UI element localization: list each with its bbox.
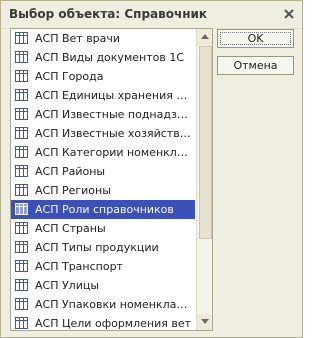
close-icon[interactable] — [281, 6, 297, 22]
list-item-label: АСП Транспорт — [35, 260, 123, 273]
cancel-button[interactable]: Отмена — [217, 56, 294, 75]
list-item-label: АСП Страны — [35, 222, 106, 235]
list-item-label: АСП Улицы — [35, 279, 100, 292]
catalog-list[interactable]: АСП Вет врачи АСП Виды документов 1С АСП Г… — [10, 28, 213, 331]
list-item-label: АСП Роли справочников — [35, 203, 174, 216]
catalog-table-icon — [15, 108, 28, 120]
list-item-label: АСП Единицы хранения ном... — [35, 89, 193, 102]
list-item[interactable]: АСП Известные поднадзорн... — [11, 105, 195, 124]
list-item[interactable]: АСП Города — [11, 67, 195, 86]
scroll-thumb[interactable] — [199, 46, 212, 239]
list-item[interactable]: АСП Страны — [11, 219, 195, 238]
title-bar[interactable]: Выбор объекта: Справочник — [1, 1, 302, 29]
list-item-label: АСП Упаковки номенклатуры — [35, 298, 193, 311]
list-item[interactable]: АСП Известные хозяйствую... — [11, 124, 195, 143]
list-item-label: АСП Известные поднадзорн... — [35, 108, 193, 121]
focus-frame — [220, 32, 291, 45]
catalog-table-icon — [15, 260, 28, 272]
catalog-table-icon — [15, 127, 28, 139]
selection-dialog: Выбор объекта: Справочник АСП Вет врачи А… — [0, 0, 303, 338]
catalog-table-icon — [15, 222, 28, 234]
list-item-label: АСП Регионы — [35, 184, 111, 197]
catalog-table-icon — [15, 146, 28, 158]
catalog-table-icon — [15, 241, 28, 253]
list-item[interactable]: АСП Районы — [11, 162, 195, 181]
catalog-table-icon — [15, 317, 28, 329]
list-item[interactable]: АСП Роли справочников — [11, 200, 195, 219]
scroll-down-button[interactable] — [197, 314, 212, 330]
list-item-label: АСП Категории номенклату... — [35, 146, 193, 159]
list-item[interactable]: АСП Виды документов 1С — [11, 48, 195, 67]
list-item[interactable]: АСП Транспорт — [11, 257, 195, 276]
arrow-up-icon — [201, 34, 209, 39]
list-item[interactable]: АСП Категории номенклату... — [11, 143, 195, 162]
list-item[interactable]: АСП Типы продукции — [11, 238, 195, 257]
list-item[interactable]: АСП Улицы — [11, 276, 195, 295]
catalog-table-icon — [15, 279, 28, 291]
catalog-table-icon — [15, 32, 28, 44]
dialog-title: Выбор объекта: Справочник — [9, 7, 208, 21]
list-item-label: АСП Виды документов 1С — [35, 51, 184, 64]
list-item-label: АСП Города — [35, 70, 104, 83]
vertical-scrollbar[interactable] — [196, 29, 212, 330]
catalog-table-icon — [15, 165, 28, 177]
cancel-button-label: Отмена — [233, 59, 278, 72]
catalog-table-icon — [15, 298, 28, 310]
ok-button[interactable]: OK — [217, 29, 294, 48]
list-item-label: АСП Известные хозяйствую... — [35, 127, 193, 140]
list-item[interactable]: АСП Цели оформления вет — [11, 314, 195, 330]
catalog-table-icon — [15, 51, 28, 63]
list-item[interactable]: АСП Регионы — [11, 181, 195, 200]
list-item[interactable]: АСП Упаковки номенклатуры — [11, 295, 195, 314]
list-item[interactable]: АСП Единицы хранения ном... — [11, 86, 195, 105]
list-item-label: АСП Типы продукции — [35, 241, 159, 254]
catalog-table-icon — [15, 203, 28, 215]
list-item[interactable]: АСП Вет врачи — [11, 29, 195, 48]
catalog-table-icon — [15, 184, 28, 196]
scroll-up-button[interactable] — [197, 29, 212, 45]
arrow-down-icon — [201, 319, 209, 324]
list-item-label: АСП Районы — [35, 165, 106, 178]
list-item-label: АСП Цели оформления вет — [35, 317, 192, 330]
catalog-list-items: АСП Вет врачи АСП Виды документов 1С АСП Г… — [11, 29, 195, 330]
catalog-table-icon — [15, 70, 28, 82]
catalog-table-icon — [15, 89, 28, 101]
list-item-label: АСП Вет врачи — [35, 32, 121, 45]
